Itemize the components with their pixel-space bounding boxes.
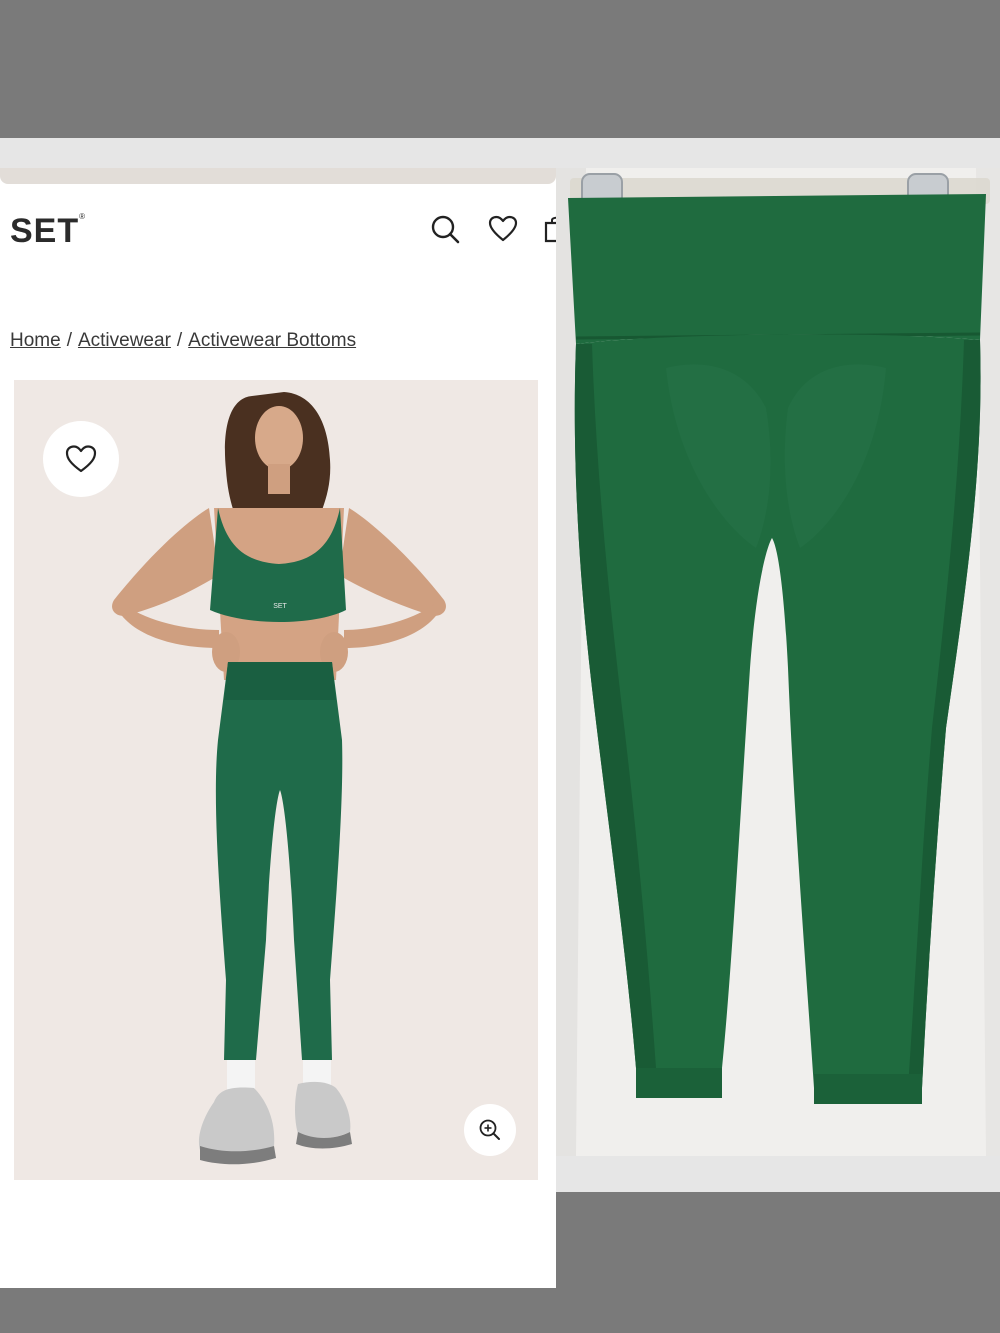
bag-icon[interactable] xyxy=(542,214,556,244)
image-collage: SET® Home / Activewear / Activewear Bottoms xyxy=(0,138,1000,1288)
breadcrumb: Home / Activewear / Activewear Bottoms xyxy=(10,330,356,352)
breadcrumb-home[interactable]: Home xyxy=(10,330,61,351)
heart-icon[interactable] xyxy=(488,214,518,244)
brand-name: SET xyxy=(10,212,80,250)
breadcrumb-separator: / xyxy=(66,330,72,351)
favorite-button[interactable] xyxy=(43,421,119,497)
breadcrumb-activewear-bottoms[interactable]: Activewear Bottoms xyxy=(188,330,356,351)
product-hero-image[interactable]: SET xyxy=(14,380,538,1180)
brand-mark: ® xyxy=(79,212,87,221)
zoom-button[interactable] xyxy=(464,1104,516,1156)
breadcrumb-activewear[interactable]: Activewear xyxy=(78,330,171,351)
model-photo: SET xyxy=(112,392,446,1165)
breadcrumb-separator: / xyxy=(176,330,183,351)
search-icon[interactable] xyxy=(430,214,460,244)
bra-logo: SET xyxy=(273,603,287,610)
browser-topbar xyxy=(0,168,556,184)
heart-icon xyxy=(65,445,97,473)
zoom-in-icon xyxy=(479,1119,500,1140)
leggings-on-hanger xyxy=(556,168,1000,1156)
brand-logo[interactable]: SET® xyxy=(10,212,86,251)
store-screenshot: SET® Home / Activewear / Activewear Bottoms xyxy=(0,168,556,1288)
leggings-photo xyxy=(556,168,1000,1156)
